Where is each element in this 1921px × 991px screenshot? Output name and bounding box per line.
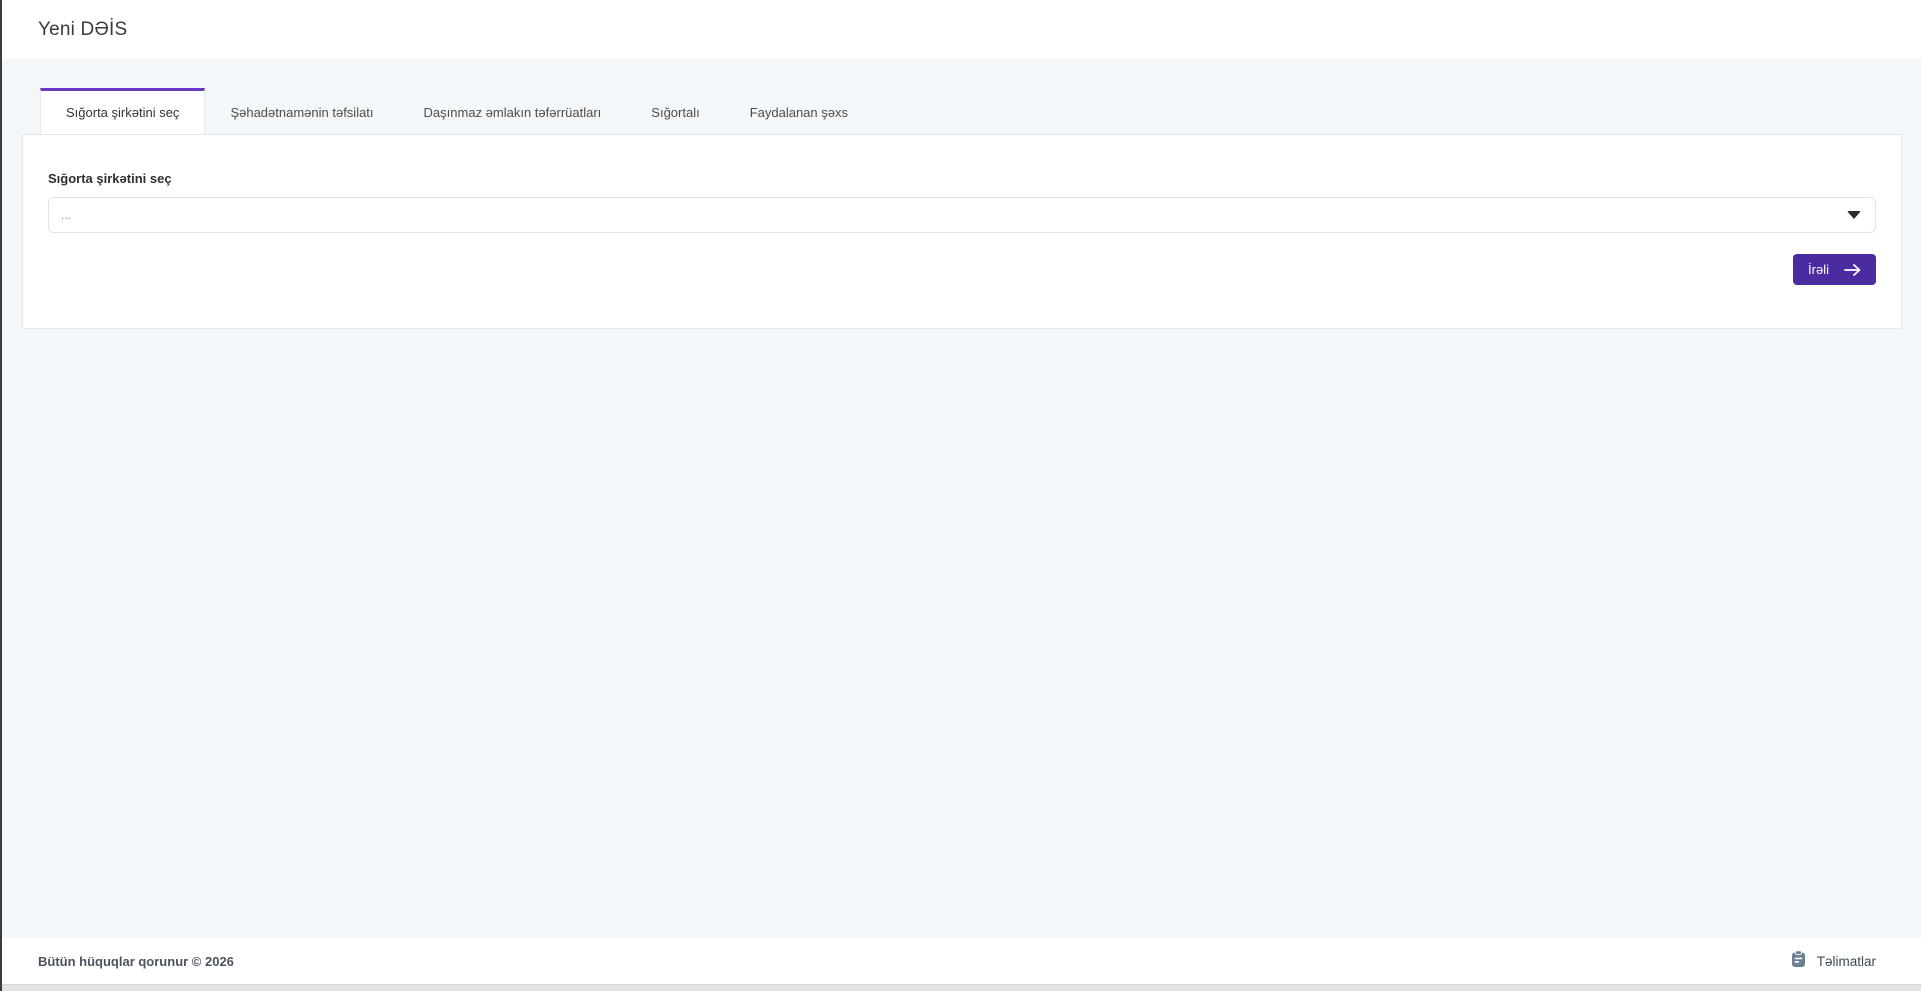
arrow-right-icon — [1844, 263, 1861, 277]
tab-property-details[interactable]: Daşınmaz əmlakın təfərrüatları — [399, 88, 627, 134]
insurer-select[interactable]: ... — [48, 197, 1876, 233]
clipboard-icon — [1790, 950, 1807, 973]
form-card: Sığorta şirkətini seç ... İrəli — [22, 134, 1902, 329]
insurer-select-value: ... — [61, 208, 71, 222]
wizard-tab-bar: Sığorta şirkətini seç Şəhadətnamənin təf… — [40, 88, 1902, 134]
app-footer: Bütün hüquqlar qorunur © 2026 Təlimatlar — [0, 938, 1921, 984]
instructions-label: Təlimatlar — [1817, 954, 1876, 969]
instructions-link[interactable]: Təlimatlar — [1790, 950, 1876, 973]
app-header: Yeni DƏİS — [0, 0, 1921, 59]
insurer-select-label: Sığorta şirkətini seç — [48, 171, 1876, 186]
tab-select-insurer[interactable]: Sığorta şirkətini seç — [40, 88, 205, 134]
form-actions: İrəli — [48, 254, 1876, 285]
main-content-area: Sığorta şirkətini seç Şəhadətnamənin təf… — [0, 59, 1921, 938]
tab-certificate-details[interactable]: Şəhadətnamənin təfsilatı — [205, 88, 398, 134]
horizontal-scrollbar-track[interactable] — [0, 984, 1921, 991]
window-left-edge — [0, 0, 2, 991]
copyright-text: Bütün hüquqlar qorunur © 2026 — [38, 954, 234, 969]
caret-down-icon — [1847, 211, 1861, 219]
next-button[interactable]: İrəli — [1793, 254, 1876, 285]
page-title: Yeni DƏİS — [38, 19, 127, 41]
tab-beneficiary[interactable]: Faydalanan şəxs — [725, 88, 873, 134]
next-button-label: İrəli — [1808, 262, 1829, 277]
tab-insured[interactable]: Sığortalı — [626, 88, 724, 134]
